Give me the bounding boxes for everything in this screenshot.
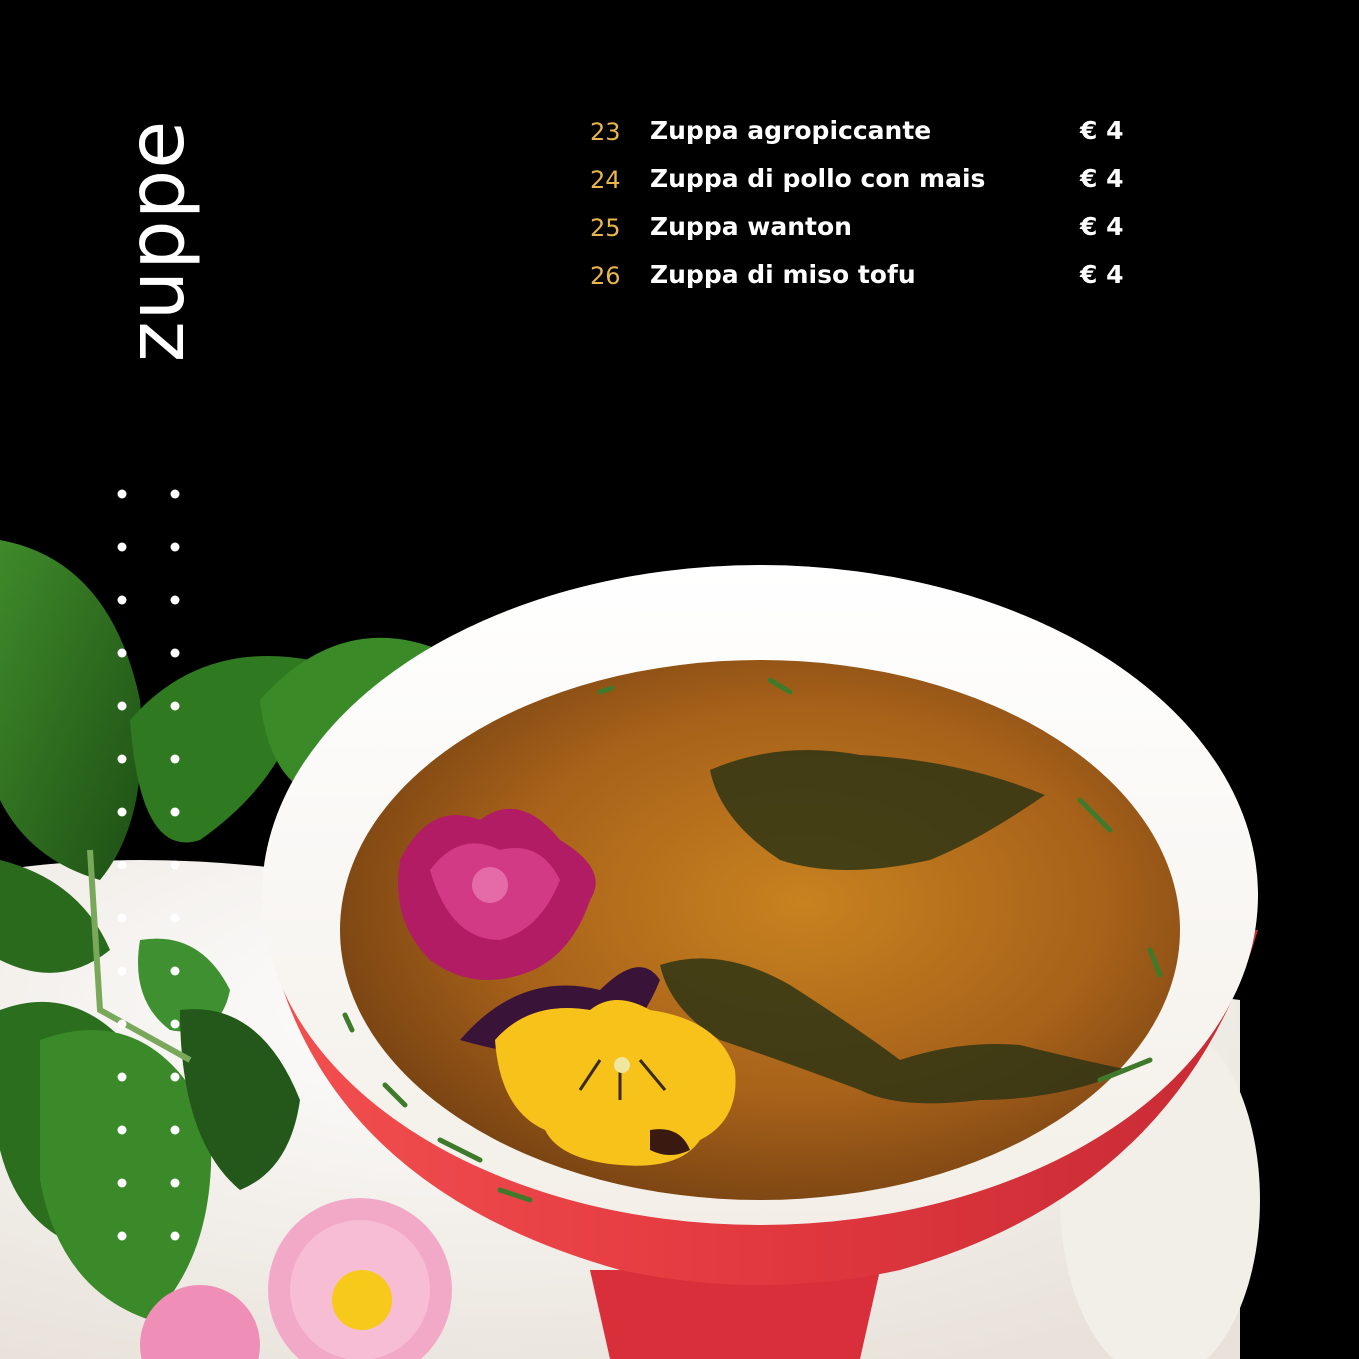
menu-item: 23 Zuppa agropiccante € 4 <box>590 114 1130 162</box>
decor-dot <box>117 966 127 976</box>
menu-item: 24 Zuppa di pollo con mais € 4 <box>590 162 1130 210</box>
decor-dot <box>170 966 180 976</box>
item-price: € 4 <box>1080 164 1124 193</box>
decor-dot <box>170 860 180 870</box>
decor-dot <box>117 1125 127 1135</box>
decor-dot <box>170 648 180 658</box>
item-number: 25 <box>590 214 621 242</box>
item-price: € 4 <box>1080 116 1124 145</box>
decor-dot <box>170 489 180 499</box>
menu-list: 23 Zuppa agropiccante € 4 24 Zuppa di po… <box>590 114 1130 306</box>
decor-dot <box>117 1072 127 1082</box>
decor-dot <box>170 595 180 605</box>
item-name: Zuppa di pollo con mais <box>650 164 986 193</box>
item-name: Zuppa wanton <box>650 212 852 241</box>
decor-dot <box>117 807 127 817</box>
decor-dot <box>117 595 127 605</box>
menu-page: zuppe 23 Zuppa agropiccante € 4 24 Zuppa… <box>0 0 1359 1359</box>
item-number: 23 <box>590 118 621 146</box>
decor-dot <box>117 648 127 658</box>
decor-dot <box>117 701 127 711</box>
decor-dot <box>170 1125 180 1135</box>
item-number: 24 <box>590 166 621 194</box>
decor-dot <box>117 860 127 870</box>
item-price: € 4 <box>1080 260 1124 289</box>
decor-dot <box>117 1178 127 1188</box>
decor-dot <box>170 1178 180 1188</box>
menu-item: 25 Zuppa wanton € 4 <box>590 210 1130 258</box>
decor-dot <box>117 1019 127 1029</box>
decor-dot <box>170 701 180 711</box>
decor-dot <box>117 1231 127 1241</box>
decor-dot <box>117 542 127 552</box>
item-name: Zuppa agropiccante <box>650 116 932 145</box>
item-number: 26 <box>590 262 621 290</box>
decor-dot <box>170 754 180 764</box>
decor-dot <box>170 542 180 552</box>
item-name: Zuppa di miso tofu <box>650 260 916 289</box>
decor-dot <box>117 754 127 764</box>
item-price: € 4 <box>1080 212 1124 241</box>
decor-dot <box>170 1231 180 1241</box>
decor-dot <box>117 489 127 499</box>
decor-dot <box>170 913 180 923</box>
section-title: zuppe <box>112 119 202 363</box>
decor-dot <box>170 807 180 817</box>
decor-dot <box>170 1019 180 1029</box>
menu-item: 26 Zuppa di miso tofu € 4 <box>590 258 1130 306</box>
decor-dot <box>117 913 127 923</box>
decor-dot <box>170 1072 180 1082</box>
